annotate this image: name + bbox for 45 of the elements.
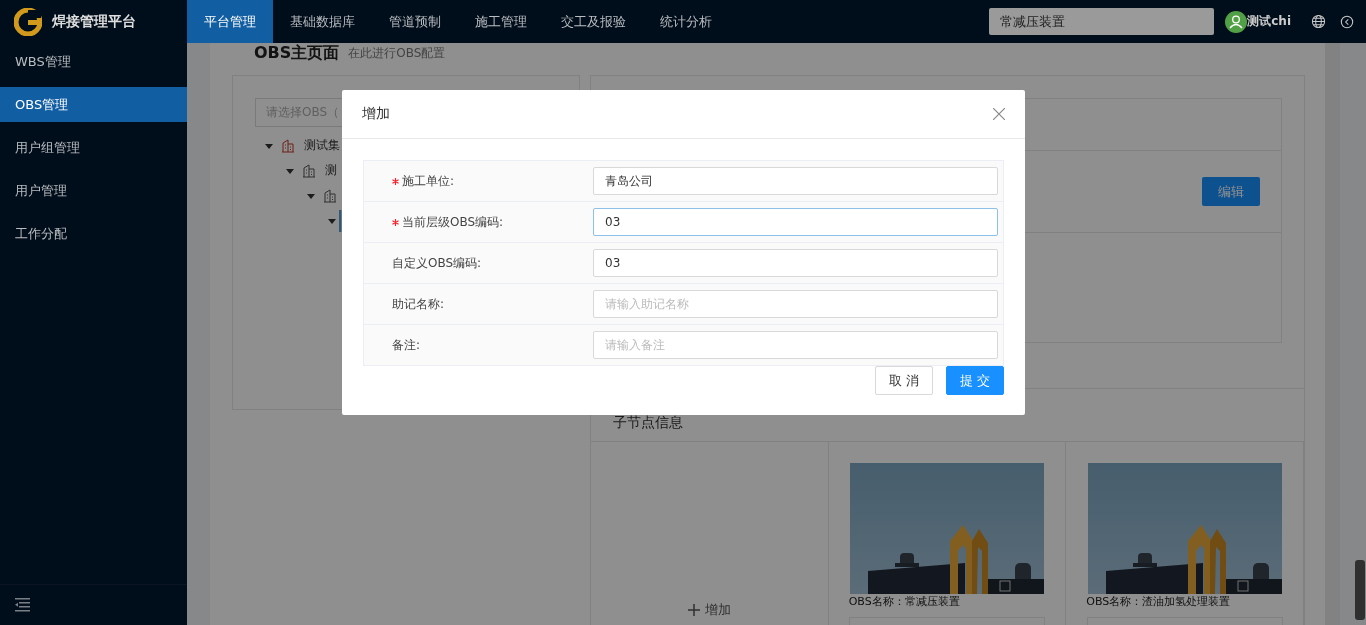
sidebar-item[interactable]: 工作分配 (0, 216, 187, 251)
tree-node-label[interactable]: 测 (325, 162, 337, 179)
logo-icon (14, 7, 42, 36)
tree-node-label[interactable]: 测试集 (304, 137, 340, 154)
expand-arrow-icon[interactable] (307, 191, 315, 200)
page-title: OBS主页面 (254, 43, 340, 64)
field-label: 自定义OBS编码: (392, 254, 482, 272)
page-subtitle: 在此进行OBS配置 (348, 45, 446, 62)
input-field[interactable]: 请输入助记名称 (593, 290, 998, 318)
card-caption: OBS名称：渣油加氢处理装置 (1086, 594, 1231, 609)
expand-arrow-icon[interactable] (328, 216, 336, 225)
field-label: 施工单位: (402, 172, 455, 190)
scrollbar[interactable] (1355, 560, 1365, 620)
app-title: 焊接管理平台 (52, 12, 136, 31)
avatar-icon[interactable] (1225, 10, 1248, 33)
cancel-button[interactable]: 取 消 (875, 366, 933, 395)
back-icon[interactable] (1340, 14, 1354, 29)
input-field[interactable]: 青岛公司 (593, 167, 998, 195)
dialog-title: 增加 (362, 105, 390, 123)
input-field[interactable]: 03 (593, 208, 998, 236)
sidebar-item[interactable]: 用户组管理 (0, 130, 187, 165)
nav-tab[interactable]: 交工及报验 (544, 0, 643, 43)
nav-tab[interactable]: 平台管理 (187, 0, 273, 43)
nav-tab[interactable]: 施工管理 (458, 0, 544, 43)
close-icon[interactable] (993, 108, 1005, 120)
expand-arrow-icon[interactable] (265, 141, 273, 150)
globe-icon[interactable] (1311, 14, 1326, 29)
add-button[interactable]: 增加 (681, 600, 737, 620)
sidebar-item[interactable]: WBS管理 (0, 44, 187, 79)
search-field[interactable]: 常减压装置 (989, 8, 1215, 35)
field-label: 助记名称: (392, 295, 445, 313)
expand-arrow-icon[interactable] (286, 166, 294, 175)
input-field[interactable]: 请输入备注 (593, 331, 998, 359)
nav-tab[interactable]: 管道预制 (372, 0, 458, 43)
field-label: 备注: (392, 336, 421, 354)
input-field[interactable]: 03 (593, 249, 998, 277)
card-caption: OBS名称：常减压装置 (848, 594, 960, 609)
nav-tab[interactable]: 统计分析 (643, 0, 729, 43)
collapse-icon[interactable] (15, 598, 30, 612)
field-label: 当前层级OBS编码: (402, 213, 504, 231)
user-name[interactable]: 测试chi (1247, 13, 1291, 30)
sidebar-item[interactable]: OBS管理 (0, 87, 187, 122)
sidebar-item[interactable]: 用户管理 (0, 173, 187, 208)
nav-tab[interactable]: 基础数据库 (273, 0, 372, 43)
plus-icon (687, 604, 700, 616)
